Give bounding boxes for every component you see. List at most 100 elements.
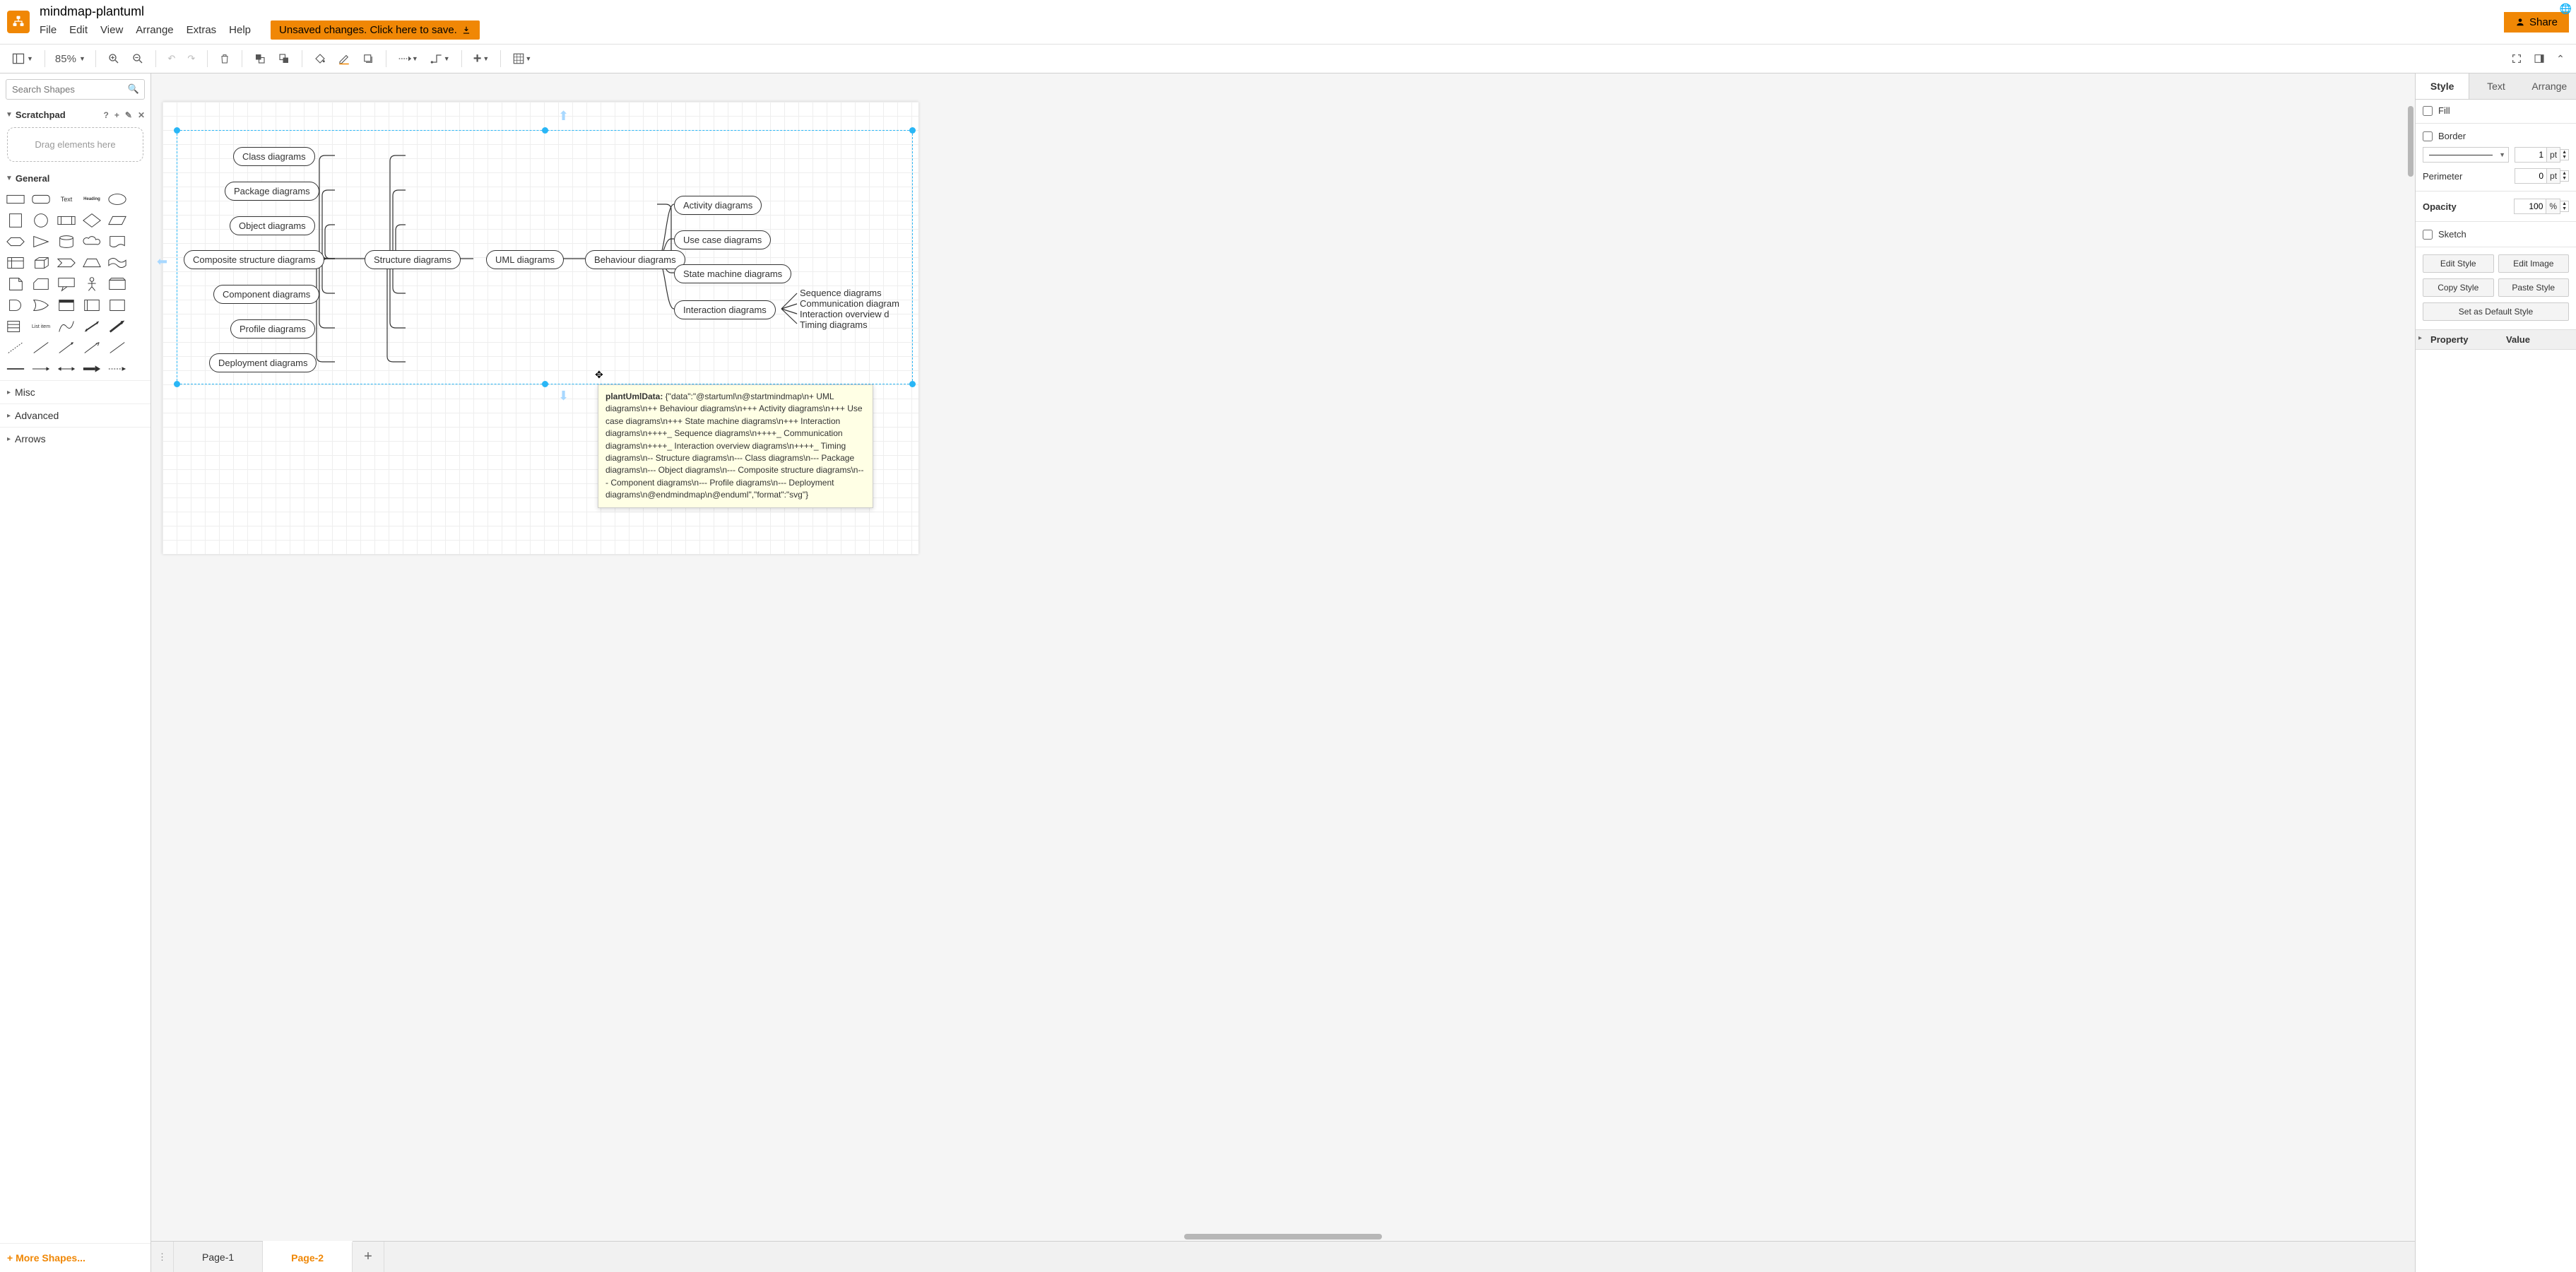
- page-tab-1[interactable]: Page-1: [174, 1242, 263, 1272]
- node-profile[interactable]: Profile diagrams: [230, 319, 315, 338]
- menu-extras[interactable]: Extras: [187, 24, 217, 36]
- rp-tab-text[interactable]: Text: [2469, 73, 2522, 99]
- shape-datastore[interactable]: [57, 297, 76, 314]
- table-button[interactable]: ▼: [508, 49, 536, 69]
- shape-cube[interactable]: [31, 254, 51, 271]
- shape-parallelogram[interactable]: [107, 212, 127, 229]
- document-title[interactable]: mindmap-plantuml: [40, 4, 2504, 19]
- fill-checkbox[interactable]: [2423, 106, 2433, 116]
- page-tabs-menu[interactable]: ⋮: [151, 1242, 174, 1272]
- node-component[interactable]: Component diagrams: [213, 285, 319, 304]
- border-width-spinner[interactable]: ▲▼: [2560, 149, 2569, 160]
- section-arrows[interactable]: ▸Arrows: [0, 427, 150, 450]
- shape-rectangle[interactable]: [6, 191, 25, 208]
- search-shapes-input[interactable]: [6, 79, 145, 100]
- collapse-button[interactable]: ⌃: [2552, 49, 2569, 69]
- close-icon[interactable]: ✕: [138, 110, 145, 120]
- edit-style-button[interactable]: Edit Style: [2423, 254, 2494, 273]
- shape-card[interactable]: [31, 276, 51, 293]
- shape-line-open-arrow[interactable]: [82, 339, 102, 356]
- border-style-select[interactable]: ▼: [2423, 147, 2509, 163]
- edit-icon[interactable]: ✎: [125, 110, 132, 120]
- shape-process[interactable]: [57, 212, 76, 229]
- shape-line-plain[interactable]: [107, 339, 127, 356]
- shape-hexagon[interactable]: [6, 233, 25, 250]
- node-deployment[interactable]: Deployment diagrams: [209, 353, 317, 372]
- line-color-button[interactable]: [333, 49, 355, 69]
- menu-help[interactable]: Help: [229, 24, 251, 36]
- rp-tab-arrange[interactable]: Arrange: [2523, 73, 2576, 99]
- page-tab-2[interactable]: Page-2: [263, 1241, 353, 1272]
- shape-callout[interactable]: [57, 276, 76, 293]
- shape-cylinder[interactable]: [57, 233, 76, 250]
- node-structure[interactable]: Structure diagrams: [365, 250, 461, 269]
- horizontal-scrollbar[interactable]: [1184, 1234, 1382, 1239]
- shape-cloud[interactable]: [82, 233, 102, 250]
- general-header[interactable]: ▼ General: [0, 169, 150, 188]
- shape-note[interactable]: [6, 276, 25, 293]
- shape-document[interactable]: [107, 233, 127, 250]
- label-timing[interactable]: Timing diagrams: [800, 319, 868, 330]
- set-default-style-button[interactable]: Set as Default Style: [2423, 302, 2569, 321]
- node-package[interactable]: Package diagrams: [225, 182, 319, 201]
- perimeter-input[interactable]: [2515, 168, 2547, 184]
- copy-style-button[interactable]: Copy Style: [2423, 278, 2494, 297]
- label-communication[interactable]: Communication diagram: [800, 298, 899, 309]
- menu-arrange[interactable]: Arrange: [136, 24, 173, 36]
- page-tab-add[interactable]: +: [353, 1242, 384, 1272]
- shape-actor[interactable]: [82, 276, 102, 293]
- scratchpad-header[interactable]: ▼ Scratchpad ? + ✎ ✕: [0, 105, 150, 124]
- shape-heading[interactable]: Heading: [82, 191, 102, 208]
- node-behaviour[interactable]: Behaviour diagrams: [585, 250, 685, 269]
- section-misc[interactable]: ▸Misc: [0, 380, 150, 404]
- node-interaction[interactable]: Interaction diagrams: [674, 300, 776, 319]
- rp-tab-style[interactable]: Style: [2416, 73, 2469, 99]
- shape-list-item[interactable]: List item: [31, 318, 51, 335]
- menu-view[interactable]: View: [100, 24, 123, 36]
- node-activity[interactable]: Activity diagrams: [674, 196, 762, 215]
- shape-circle[interactable]: [31, 212, 51, 229]
- node-object[interactable]: Object diagrams: [230, 216, 315, 235]
- opacity-spinner[interactable]: ▲▼: [2560, 201, 2569, 212]
- node-class[interactable]: Class diagrams: [233, 147, 315, 166]
- edit-image-button[interactable]: Edit Image: [2498, 254, 2570, 273]
- canvas-area[interactable]: ⬆ ⬇ ⬅: [151, 73, 2415, 1272]
- search-icon[interactable]: 🔍: [128, 83, 139, 95]
- shape-text[interactable]: Text: [57, 191, 76, 208]
- border-width-input[interactable]: [2515, 147, 2547, 163]
- shape-or[interactable]: [31, 297, 51, 314]
- section-advanced[interactable]: ▸Advanced: [0, 404, 150, 427]
- undo-button[interactable]: ↶: [163, 49, 180, 69]
- format-panel-button[interactable]: [2529, 49, 2549, 69]
- shape-frame[interactable]: [82, 297, 102, 314]
- shape-arrow-thick[interactable]: [107, 318, 127, 335]
- paste-style-button[interactable]: Paste Style: [2498, 278, 2570, 297]
- waypoint-button[interactable]: ▼: [425, 49, 454, 69]
- app-logo[interactable]: [7, 11, 30, 33]
- shape-square[interactable]: [6, 212, 25, 229]
- connection-button[interactable]: ▼: [394, 49, 423, 69]
- shape-ellipse[interactable]: [107, 191, 127, 208]
- globe-icon[interactable]: 🌐: [2560, 3, 2572, 15]
- shape-line-arrow[interactable]: [57, 339, 76, 356]
- shape-frame2[interactable]: [107, 297, 127, 314]
- redo-button[interactable]: ↷: [183, 49, 200, 69]
- shape-triangle[interactable]: [31, 233, 51, 250]
- sketch-checkbox[interactable]: [2423, 230, 2433, 240]
- zoom-select[interactable]: 85%▼: [52, 53, 88, 65]
- perimeter-spinner[interactable]: ▲▼: [2560, 170, 2569, 182]
- help-icon[interactable]: ?: [104, 110, 109, 120]
- to-back-button[interactable]: [273, 49, 295, 69]
- border-checkbox[interactable]: [2423, 131, 2433, 141]
- shape-bidir-arrow[interactable]: [82, 318, 102, 335]
- zoom-in-button[interactable]: [103, 49, 124, 69]
- shadow-button[interactable]: [358, 49, 379, 69]
- delete-button[interactable]: [215, 49, 235, 69]
- vertical-scrollbar[interactable]: [2408, 106, 2413, 177]
- shape-link[interactable]: [6, 360, 25, 377]
- shape-and[interactable]: [6, 297, 25, 314]
- shape-tape[interactable]: [107, 254, 127, 271]
- shape-dotted-arrow[interactable]: [107, 360, 127, 377]
- add-icon[interactable]: +: [114, 110, 119, 120]
- node-statemachine[interactable]: State machine diagrams: [674, 264, 791, 283]
